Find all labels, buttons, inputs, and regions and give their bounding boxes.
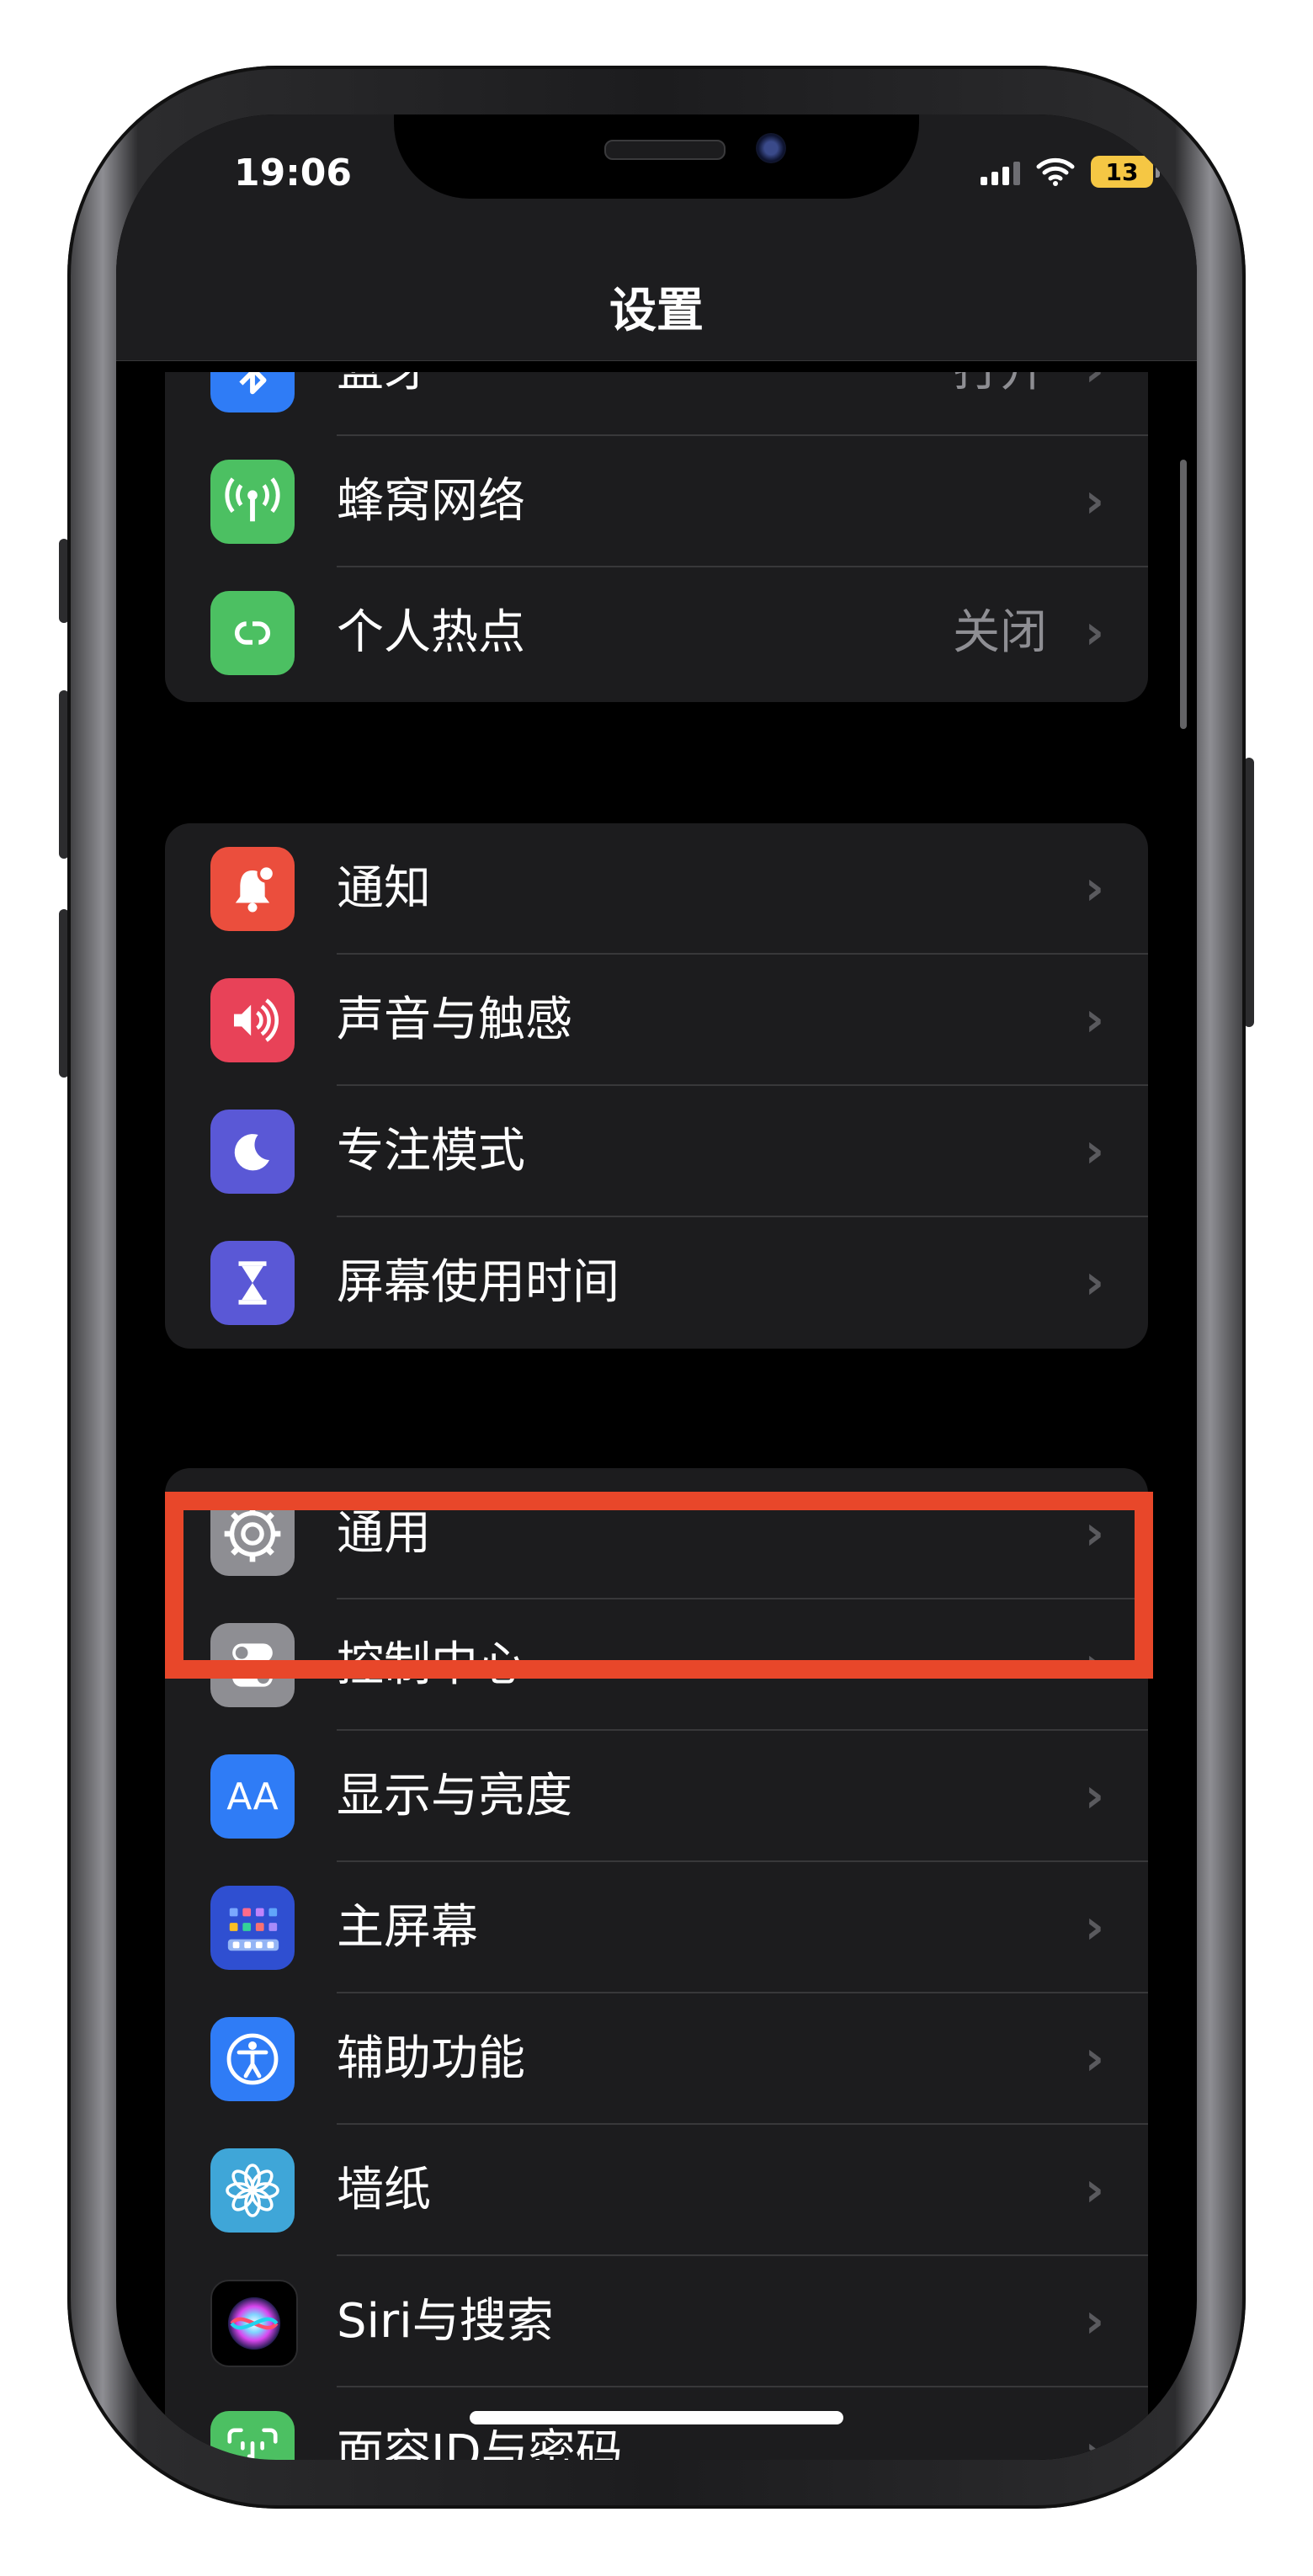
chevron-right-icon: › [1084, 2294, 1104, 2349]
row-label: 通用 [337, 1506, 431, 1561]
row-label: 通知 [337, 861, 431, 916]
status-icons: 13 [981, 155, 1160, 189]
row-screen-time[interactable]: 屏幕使用时间 › [165, 1217, 1148, 1349]
home-indicator[interactable] [470, 2411, 843, 2424]
chevron-right-icon: › [1084, 474, 1104, 529]
row-value: 打开 [953, 372, 1047, 436]
row-label: 声音与触感 [337, 993, 572, 1047]
row-wallpaper[interactable]: 墙纸 › [165, 2125, 1148, 2256]
siri-icon [210, 2280, 298, 2367]
cellular-signal-icon [981, 158, 1020, 185]
row-notifications[interactable]: 通知 › [165, 823, 1148, 955]
row-focus[interactable]: 专注模式 › [165, 1086, 1148, 1217]
row-value: 关闭 [953, 605, 1047, 660]
general-group: 通用 › 控制中心 › AA 显示与亮度 › 主屏幕 › 辅助功能 › 墙纸 ›… [165, 1468, 1148, 2460]
row-home-screen[interactable]: 主屏幕 › [165, 1862, 1148, 1993]
row-label: 屏幕使用时间 [337, 1255, 619, 1310]
chevron-right-icon: › [1084, 605, 1104, 660]
chevron-right-icon: › [1084, 861, 1104, 916]
row-general[interactable]: 通用 › [165, 1468, 1148, 1599]
hourglass-icon [210, 1241, 295, 1325]
hotspot-icon [210, 591, 295, 675]
scroll-indicator [1180, 460, 1187, 729]
gear-icon [210, 1492, 295, 1576]
wallpaper-flower-icon [210, 2148, 295, 2233]
chevron-right-icon: › [1084, 2163, 1104, 2217]
row-label: 主屏幕 [337, 1900, 478, 1955]
wifi-icon [1036, 157, 1075, 186]
speaker-icon [210, 978, 295, 1062]
battery-indicator: 13 [1091, 156, 1160, 188]
row-label: 辅助功能 [337, 2031, 525, 2086]
chevron-right-icon: › [1084, 2031, 1104, 2086]
chevron-right-icon: › [1084, 1255, 1104, 1310]
row-label: 蓝牙 [337, 372, 431, 436]
page-title: 设置 [609, 284, 704, 338]
cellular-icon [210, 460, 295, 544]
phone-screen: 蓝牙 打开 › 蜂窝网络 › [116, 114, 1197, 2460]
row-display[interactable]: AA 显示与亮度 › [165, 1731, 1148, 1862]
row-cellular[interactable]: 蜂窝网络 › [165, 436, 1148, 567]
earpiece-speaker [604, 140, 726, 160]
row-hotspot[interactable]: 个人热点 关闭 › [165, 567, 1148, 699]
row-siri[interactable]: Siri与搜索 › [165, 2256, 1148, 2387]
chevron-right-icon: › [1084, 2425, 1104, 2460]
row-label: 专注模式 [337, 1124, 525, 1179]
toggles-icon [210, 1623, 295, 1707]
notification-bell-icon [210, 847, 295, 931]
accessibility-icon [210, 2017, 295, 2101]
row-label: 显示与亮度 [337, 1769, 572, 1823]
home-screen-grid-icon [210, 1886, 295, 1970]
notifications-group: 通知 › 声音与触感 › 专注模式 › 屏幕使用时间 › [165, 823, 1148, 1349]
row-label: Siri与搜索 [337, 2294, 554, 2349]
bluetooth-icon [210, 372, 295, 412]
row-bluetooth[interactable]: 蓝牙 打开 › [165, 372, 1148, 436]
settings-list[interactable]: 蓝牙 打开 › 蜂窝网络 › [116, 114, 1197, 2460]
row-label: 个人热点 [337, 605, 525, 660]
row-accessibility[interactable]: 辅助功能 › [165, 1993, 1148, 2125]
notch [394, 114, 919, 199]
display-aa-icon: AA [210, 1754, 295, 1839]
connectivity-group: 蓝牙 打开 › 蜂窝网络 › [165, 372, 1148, 702]
row-label: 蜂窝网络 [337, 474, 525, 529]
chevron-right-icon: › [1084, 1124, 1104, 1179]
chevron-right-icon: › [1084, 1637, 1104, 1692]
chevron-right-icon: › [1084, 1769, 1104, 1823]
front-camera [756, 133, 786, 163]
face-id-icon [210, 2411, 295, 2460]
chevron-right-icon: › [1085, 372, 1104, 436]
chevron-right-icon: › [1084, 1506, 1104, 1561]
moon-icon [210, 1110, 295, 1194]
row-sounds[interactable]: 声音与触感 › [165, 955, 1148, 1086]
row-label: 控制中心 [337, 1637, 525, 1692]
row-label: 墙纸 [337, 2163, 431, 2217]
row-control-center[interactable]: 控制中心 › [165, 1599, 1148, 1731]
chevron-right-icon: › [1084, 993, 1104, 1047]
battery-level: 13 [1105, 157, 1139, 186]
chevron-right-icon: › [1084, 1900, 1104, 1955]
status-time: 19:06 [233, 152, 353, 194]
